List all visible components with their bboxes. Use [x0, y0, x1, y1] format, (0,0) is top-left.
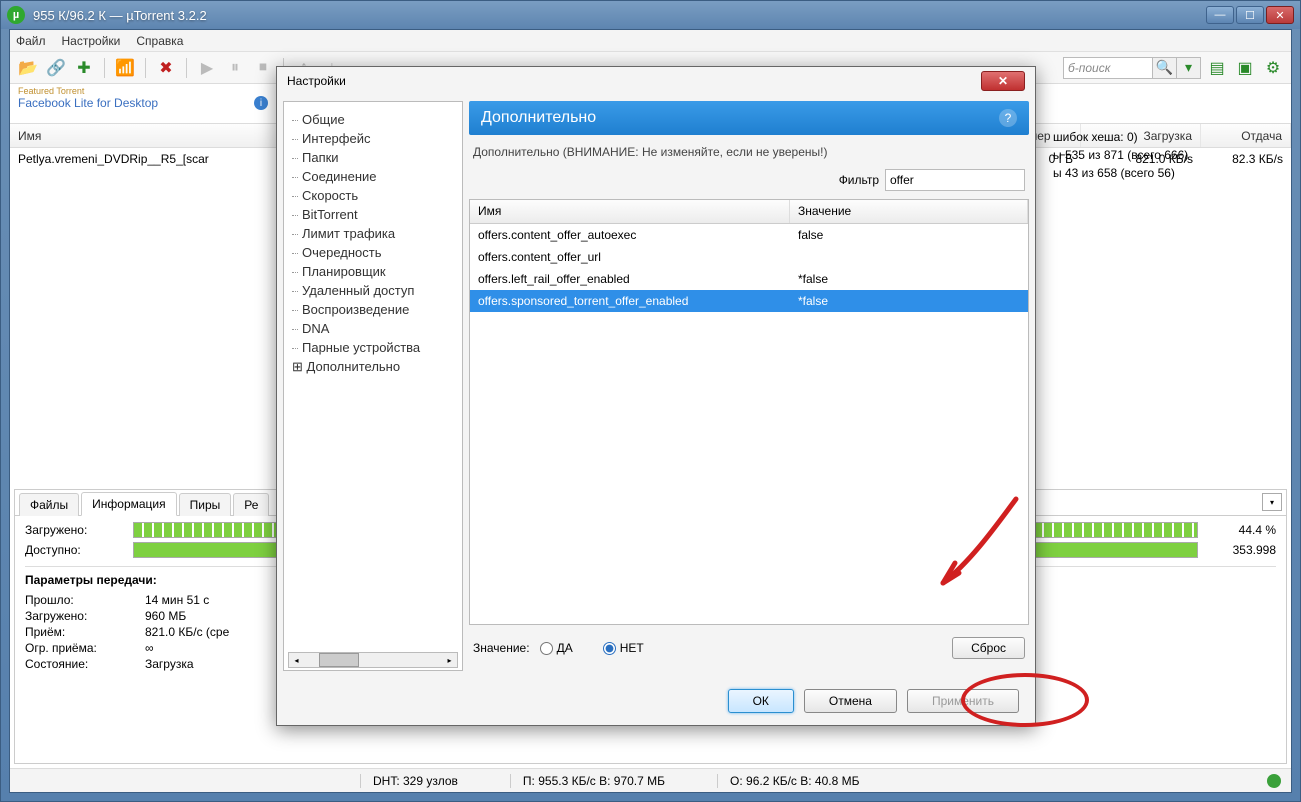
nav-queue[interactable]: Очередность: [288, 243, 458, 262]
dialog-close-button[interactable]: ✕: [981, 71, 1025, 91]
status-dht: DHT: 329 узлов: [360, 774, 470, 788]
nav-folders[interactable]: Папки: [288, 148, 458, 167]
menu-settings[interactable]: Настройки: [62, 34, 121, 48]
available-val: 353.998: [1206, 543, 1276, 557]
available-label: Доступно:: [25, 543, 125, 557]
stop-icon[interactable]: ⏹: [251, 56, 275, 80]
status-ok-icon: [1267, 774, 1281, 788]
pause-icon[interactable]: ⏸: [223, 56, 247, 80]
search-input[interactable]: [1063, 57, 1153, 79]
nav-scrollbar[interactable]: ◂▸: [288, 652, 458, 668]
status-down: П: 955.3 КБ/с В: 970.7 МБ: [510, 774, 677, 788]
settings-nav: Общие Интерфейс Папки Соединение Скорост…: [283, 101, 463, 671]
nav-scheduler[interactable]: Планировщик: [288, 262, 458, 281]
dialog-title: Настройки: [287, 74, 981, 88]
nav-dna[interactable]: DNA: [288, 319, 458, 338]
nav-connection[interactable]: Соединение: [288, 167, 458, 186]
add-torrent-icon[interactable]: 📂: [16, 56, 40, 80]
nav-general[interactable]: Общие: [288, 110, 458, 129]
radio-yes[interactable]: ДА: [540, 641, 573, 655]
filter-input[interactable]: [885, 169, 1025, 191]
detail-icon[interactable]: ▣: [1233, 56, 1257, 80]
downloaded-label: Загружено:: [25, 523, 125, 537]
table-row[interactable]: offers.content_offer_url: [470, 246, 1028, 268]
table-row-selected[interactable]: offers.sponsored_torrent_offer_enabled*f…: [470, 290, 1028, 312]
create-torrent-icon[interactable]: ✚: [72, 56, 96, 80]
status-up: О: 96.2 КБ/с В: 40.8 МБ: [717, 774, 871, 788]
menu-file[interactable]: Файл: [16, 34, 46, 48]
tab-re[interactable]: Ре: [233, 493, 269, 516]
window-title: 955 К/96.2 К — µTorrent 3.2.2: [33, 8, 1206, 23]
downloaded-pct: 44.4 %: [1206, 523, 1276, 537]
elapsed-label: Прошло:: [25, 593, 145, 607]
apply-button[interactable]: Применить: [907, 689, 1019, 713]
menu-help[interactable]: Справка: [136, 34, 183, 48]
advanced-table: Имя Значение offers.content_offer_autoex…: [469, 199, 1029, 625]
value-label: Значение:: [473, 641, 530, 655]
th-name[interactable]: Имя: [470, 200, 790, 223]
start-icon[interactable]: ▶: [195, 56, 219, 80]
info-icon[interactable]: i: [254, 96, 268, 110]
close-button[interactable]: ✕: [1266, 6, 1294, 24]
section-header: Дополнительно ?: [469, 101, 1029, 135]
statusbar: DHT: 329 узлов П: 955.3 КБ/с В: 970.7 МБ…: [10, 768, 1291, 792]
settings-icon[interactable]: ⚙: [1261, 56, 1285, 80]
reset-button[interactable]: Сброс: [952, 637, 1025, 659]
search-dropdown[interactable]: ▾: [1177, 57, 1201, 79]
limit-label: Огр. приёма:: [25, 641, 145, 655]
featured-text[interactable]: Facebook Lite for Desktop: [18, 96, 158, 110]
cancel-button[interactable]: Отмена: [804, 689, 897, 713]
down-label: Загружено:: [25, 609, 145, 623]
menubar: Файл Настройки Справка: [10, 30, 1291, 52]
ok-button[interactable]: ОК: [728, 689, 794, 713]
help-icon[interactable]: ?: [999, 109, 1017, 127]
rss-icon[interactable]: 📶: [113, 56, 137, 80]
state-label: Состояние:: [25, 657, 145, 671]
nav-remote[interactable]: Удаленный доступ: [288, 281, 458, 300]
nav-playback[interactable]: Воспроизведение: [288, 300, 458, 319]
nav-traffic[interactable]: Лимит трафика: [288, 224, 458, 243]
maximize-button[interactable]: ☐: [1236, 6, 1264, 24]
recv-label: Приём:: [25, 625, 145, 639]
th-value[interactable]: Значение: [790, 200, 1028, 223]
tab-peers[interactable]: Пиры: [179, 493, 232, 516]
radio-no[interactable]: НЕТ: [603, 641, 644, 655]
nav-bittorrent[interactable]: BitTorrent: [288, 205, 458, 224]
filter-label: Фильтр: [839, 173, 879, 187]
app-icon: µ: [7, 6, 25, 24]
nav-devices[interactable]: Парные устройства: [288, 338, 458, 357]
tab-info[interactable]: Информация: [81, 492, 176, 516]
categories-icon[interactable]: ▤: [1205, 56, 1229, 80]
table-row[interactable]: offers.left_rail_offer_enabled*false: [470, 268, 1028, 290]
tabs-dropdown[interactable]: ▾: [1262, 493, 1282, 511]
nav-advanced[interactable]: ⊞ Дополнительно: [288, 357, 458, 377]
minimize-button[interactable]: —: [1206, 6, 1234, 24]
tab-files[interactable]: Файлы: [19, 493, 79, 516]
search-button[interactable]: 🔍: [1153, 57, 1177, 79]
warning-text: Дополнительно (ВНИМАНИЕ: Не изменяйте, е…: [469, 135, 1029, 169]
nav-interface[interactable]: Интерфейс: [288, 129, 458, 148]
add-url-icon[interactable]: 🔗: [44, 56, 68, 80]
table-row[interactable]: offers.content_offer_autoexecfalse: [470, 224, 1028, 246]
remove-icon[interactable]: ✖: [154, 56, 178, 80]
nav-speed[interactable]: Скорость: [288, 186, 458, 205]
settings-dialog: Настройки ✕ Общие Интерфейс Папки Соедин…: [276, 66, 1036, 726]
titlebar: µ 955 К/96.2 К — µTorrent 3.2.2 — ☐ ✕: [1, 1, 1300, 29]
